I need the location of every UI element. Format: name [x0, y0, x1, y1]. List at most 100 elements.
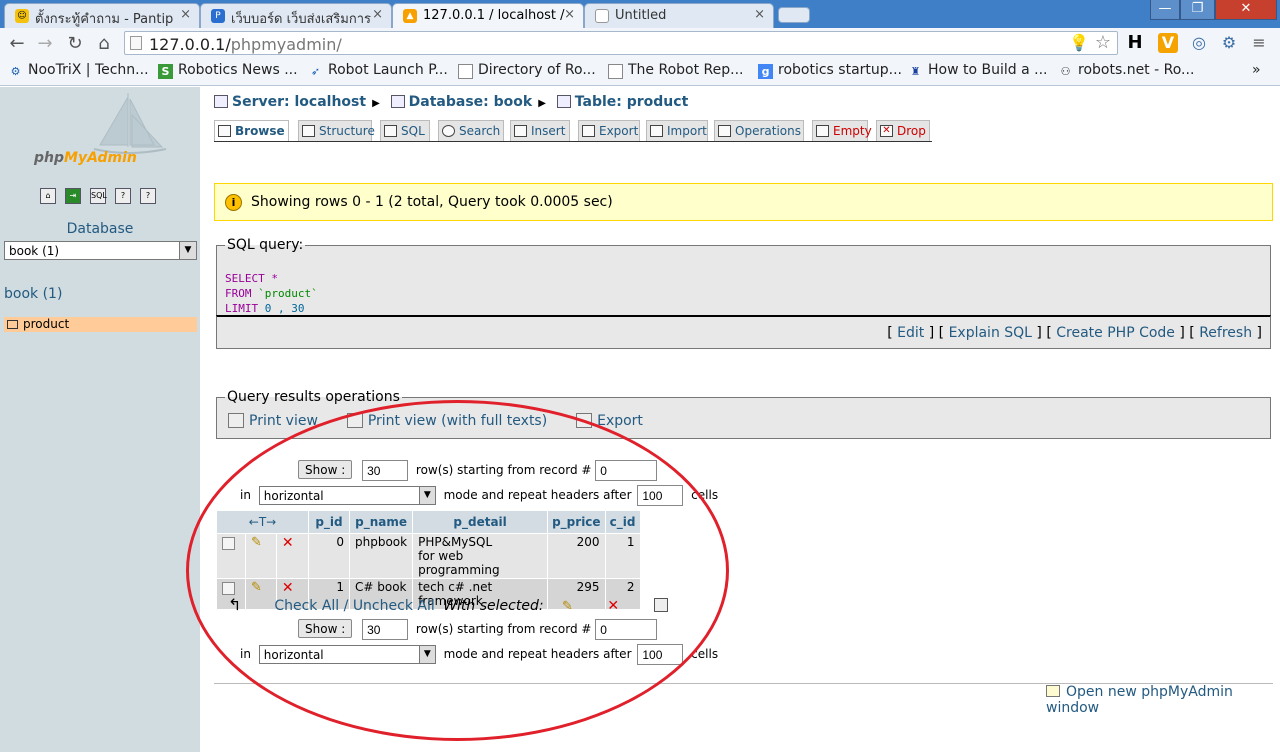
- tab-close-icon[interactable]: ×: [180, 7, 191, 22]
- display-mode-select[interactable]: horizontal ▼: [258, 486, 436, 505]
- create-php-code-link[interactable]: Create PHP Code: [1056, 325, 1175, 341]
- tab-empty[interactable]: Empty: [812, 120, 872, 141]
- repeat-headers-input[interactable]: [637, 644, 684, 665]
- h-extension-icon[interactable]: H: [1124, 32, 1146, 54]
- row-checkbox[interactable]: [222, 537, 235, 550]
- bookmarks-overflow[interactable]: »: [1252, 62, 1261, 78]
- minimize-button[interactable]: —: [1150, 0, 1180, 20]
- check-all-link[interactable]: Check All: [274, 598, 339, 614]
- translate-extension-icon[interactable]: ⚙: [1218, 32, 1240, 54]
- lightbulb-icon[interactable]: 💡: [1069, 33, 1089, 52]
- v-extension-icon[interactable]: V: [1158, 33, 1178, 53]
- repeat-headers-input[interactable]: [637, 485, 684, 506]
- page-info-icon[interactable]: [130, 36, 142, 50]
- browser-tab-webboard[interactable]: P เว็บบอร์ด เว็บส่งเสริมการ ×: [200, 3, 392, 28]
- column-header[interactable]: p_price: [548, 511, 605, 533]
- docs-icon[interactable]: ?: [140, 188, 156, 204]
- print-view-full-link[interactable]: Print view (with full texts): [368, 413, 547, 429]
- tab-structure[interactable]: Structure: [298, 120, 375, 141]
- tab-close-icon[interactable]: ×: [372, 7, 383, 22]
- help-icon[interactable]: ?: [115, 188, 131, 204]
- breadcrumb-table[interactable]: Table: product: [575, 94, 689, 110]
- notice-text: Showing rows 0 - 1 (2 total, Query took …: [251, 194, 613, 210]
- tab-sql[interactable]: SQL: [380, 120, 430, 141]
- tab-import[interactable]: Import: [646, 120, 708, 141]
- explain-sql-link[interactable]: Explain SQL: [949, 325, 1032, 341]
- export-link[interactable]: Export: [597, 413, 643, 429]
- bookmark-how-to-build[interactable]: ♜ How to Build a ...: [908, 62, 1048, 78]
- export-icon[interactable]: [653, 598, 668, 612]
- pencil-icon[interactable]: ✎: [562, 599, 573, 614]
- database-select[interactable]: book (1) ▼: [4, 241, 197, 260]
- blank-page-icon: [595, 9, 609, 23]
- tab-insert[interactable]: Insert: [510, 120, 570, 141]
- start-record-input[interactable]: [595, 619, 658, 640]
- new-tab-button[interactable]: [778, 7, 810, 23]
- edit-link[interactable]: Edit: [897, 325, 924, 341]
- globe-extension-icon[interactable]: ◎: [1188, 32, 1210, 54]
- browser-tab-pma[interactable]: ▲ 127.0.0.1 / localhost / ×: [392, 3, 584, 28]
- tab-search[interactable]: Search: [438, 120, 504, 141]
- nav-row-bottom: Show : row(s) starting from record #: [298, 619, 658, 640]
- column-header[interactable]: p_id: [309, 511, 349, 533]
- maximize-button[interactable]: ❐: [1180, 0, 1215, 20]
- sql-query-box: SQL query: SELECT * FROM `product` LIMIT…: [216, 237, 1271, 317]
- sidebar-table-product[interactable]: product: [4, 317, 197, 332]
- tab-drop[interactable]: ✕ Drop: [876, 120, 930, 141]
- db-link[interactable]: book (1): [4, 286, 62, 302]
- tab-close-icon[interactable]: ×: [564, 7, 575, 22]
- star-icon[interactable]: ☆: [1095, 32, 1111, 53]
- address-bar[interactable]: 127.0.0.1/phpmyadmin/ 💡 ☆: [124, 31, 1118, 55]
- menu-icon[interactable]: ≡: [1248, 32, 1270, 54]
- bookmark-label: Robot Launch P...: [328, 62, 448, 78]
- home-icon[interactable]: ⌂: [93, 33, 115, 55]
- browser-tab-pantip[interactable]: ☺ ตั้งกระทู้คำถาม - Pantip ×: [4, 3, 200, 28]
- delete-x-icon[interactable]: ✕: [607, 598, 619, 614]
- close-window-button[interactable]: ✕: [1215, 0, 1277, 20]
- new-window-link[interactable]: Open new phpMyAdmin window: [1046, 684, 1280, 716]
- display-mode-select[interactable]: horizontal ▼: [258, 645, 436, 664]
- table-item-label: product: [23, 317, 70, 331]
- back-icon[interactable]: ←: [6, 33, 28, 55]
- tab-close-icon[interactable]: ×: [754, 7, 765, 22]
- pencil-icon[interactable]: ✎: [251, 580, 262, 595]
- rows-input[interactable]: [362, 619, 409, 640]
- export-icon: [582, 125, 595, 137]
- forward-icon[interactable]: →: [34, 33, 56, 55]
- print-view-link[interactable]: Print view: [249, 413, 318, 429]
- show-button[interactable]: Show :: [298, 619, 353, 638]
- tab-operations[interactable]: Operations: [714, 120, 804, 141]
- column-header[interactable]: p_detail: [413, 511, 548, 533]
- delete-x-icon[interactable]: ✕: [282, 580, 294, 596]
- column-header[interactable]: c_id: [605, 511, 640, 533]
- logo-text-myadmin: MyAdmin: [64, 150, 137, 166]
- rows-input[interactable]: [362, 460, 409, 481]
- sql-icon[interactable]: SQL: [90, 188, 107, 204]
- tab-browse[interactable]: Browse: [214, 120, 289, 141]
- pma-logo[interactable]: phpMyAdmin: [34, 150, 137, 166]
- pencil-icon[interactable]: ✎: [251, 535, 262, 550]
- breadcrumb-database[interactable]: Database: book: [409, 94, 533, 110]
- column-header[interactable]: p_name: [350, 511, 413, 533]
- reload-icon[interactable]: ↻: [64, 33, 86, 55]
- bookmark-robotics-news[interactable]: S Robotics News ...: [158, 62, 298, 79]
- bookmark-robot-report[interactable]: The Robot Rep...: [608, 62, 744, 79]
- uncheck-all-link[interactable]: Uncheck All: [353, 598, 435, 614]
- bookmark-robots-net[interactable]: ⚇ robots.net - Ro...: [1058, 62, 1195, 78]
- exit-icon[interactable]: ⇥: [65, 188, 81, 204]
- sort-arrows-icon[interactable]: ←T→: [217, 511, 308, 533]
- home-icon[interactable]: ⌂: [40, 188, 56, 204]
- bookmark-nootrix[interactable]: ⚙ NooTriX | Techn...: [8, 62, 149, 78]
- show-button[interactable]: Show :: [298, 460, 353, 479]
- bookmark-robot-launch[interactable]: ➶ Robot Launch P...: [308, 62, 448, 78]
- delete-x-icon[interactable]: ✕: [282, 535, 294, 551]
- bookmark-robotics-startup[interactable]: g robotics startup...: [758, 62, 902, 79]
- bookmark-directory[interactable]: Directory of Ro...: [458, 62, 596, 79]
- refresh-link[interactable]: Refresh: [1199, 325, 1252, 341]
- structure-icon: [302, 125, 315, 137]
- tab-export[interactable]: Export: [578, 120, 640, 141]
- browser-tab-untitled[interactable]: Untitled ×: [584, 3, 774, 28]
- row-checkbox[interactable]: [222, 582, 235, 595]
- breadcrumb-server[interactable]: Server: localhost: [232, 94, 366, 110]
- start-record-input[interactable]: [595, 460, 658, 481]
